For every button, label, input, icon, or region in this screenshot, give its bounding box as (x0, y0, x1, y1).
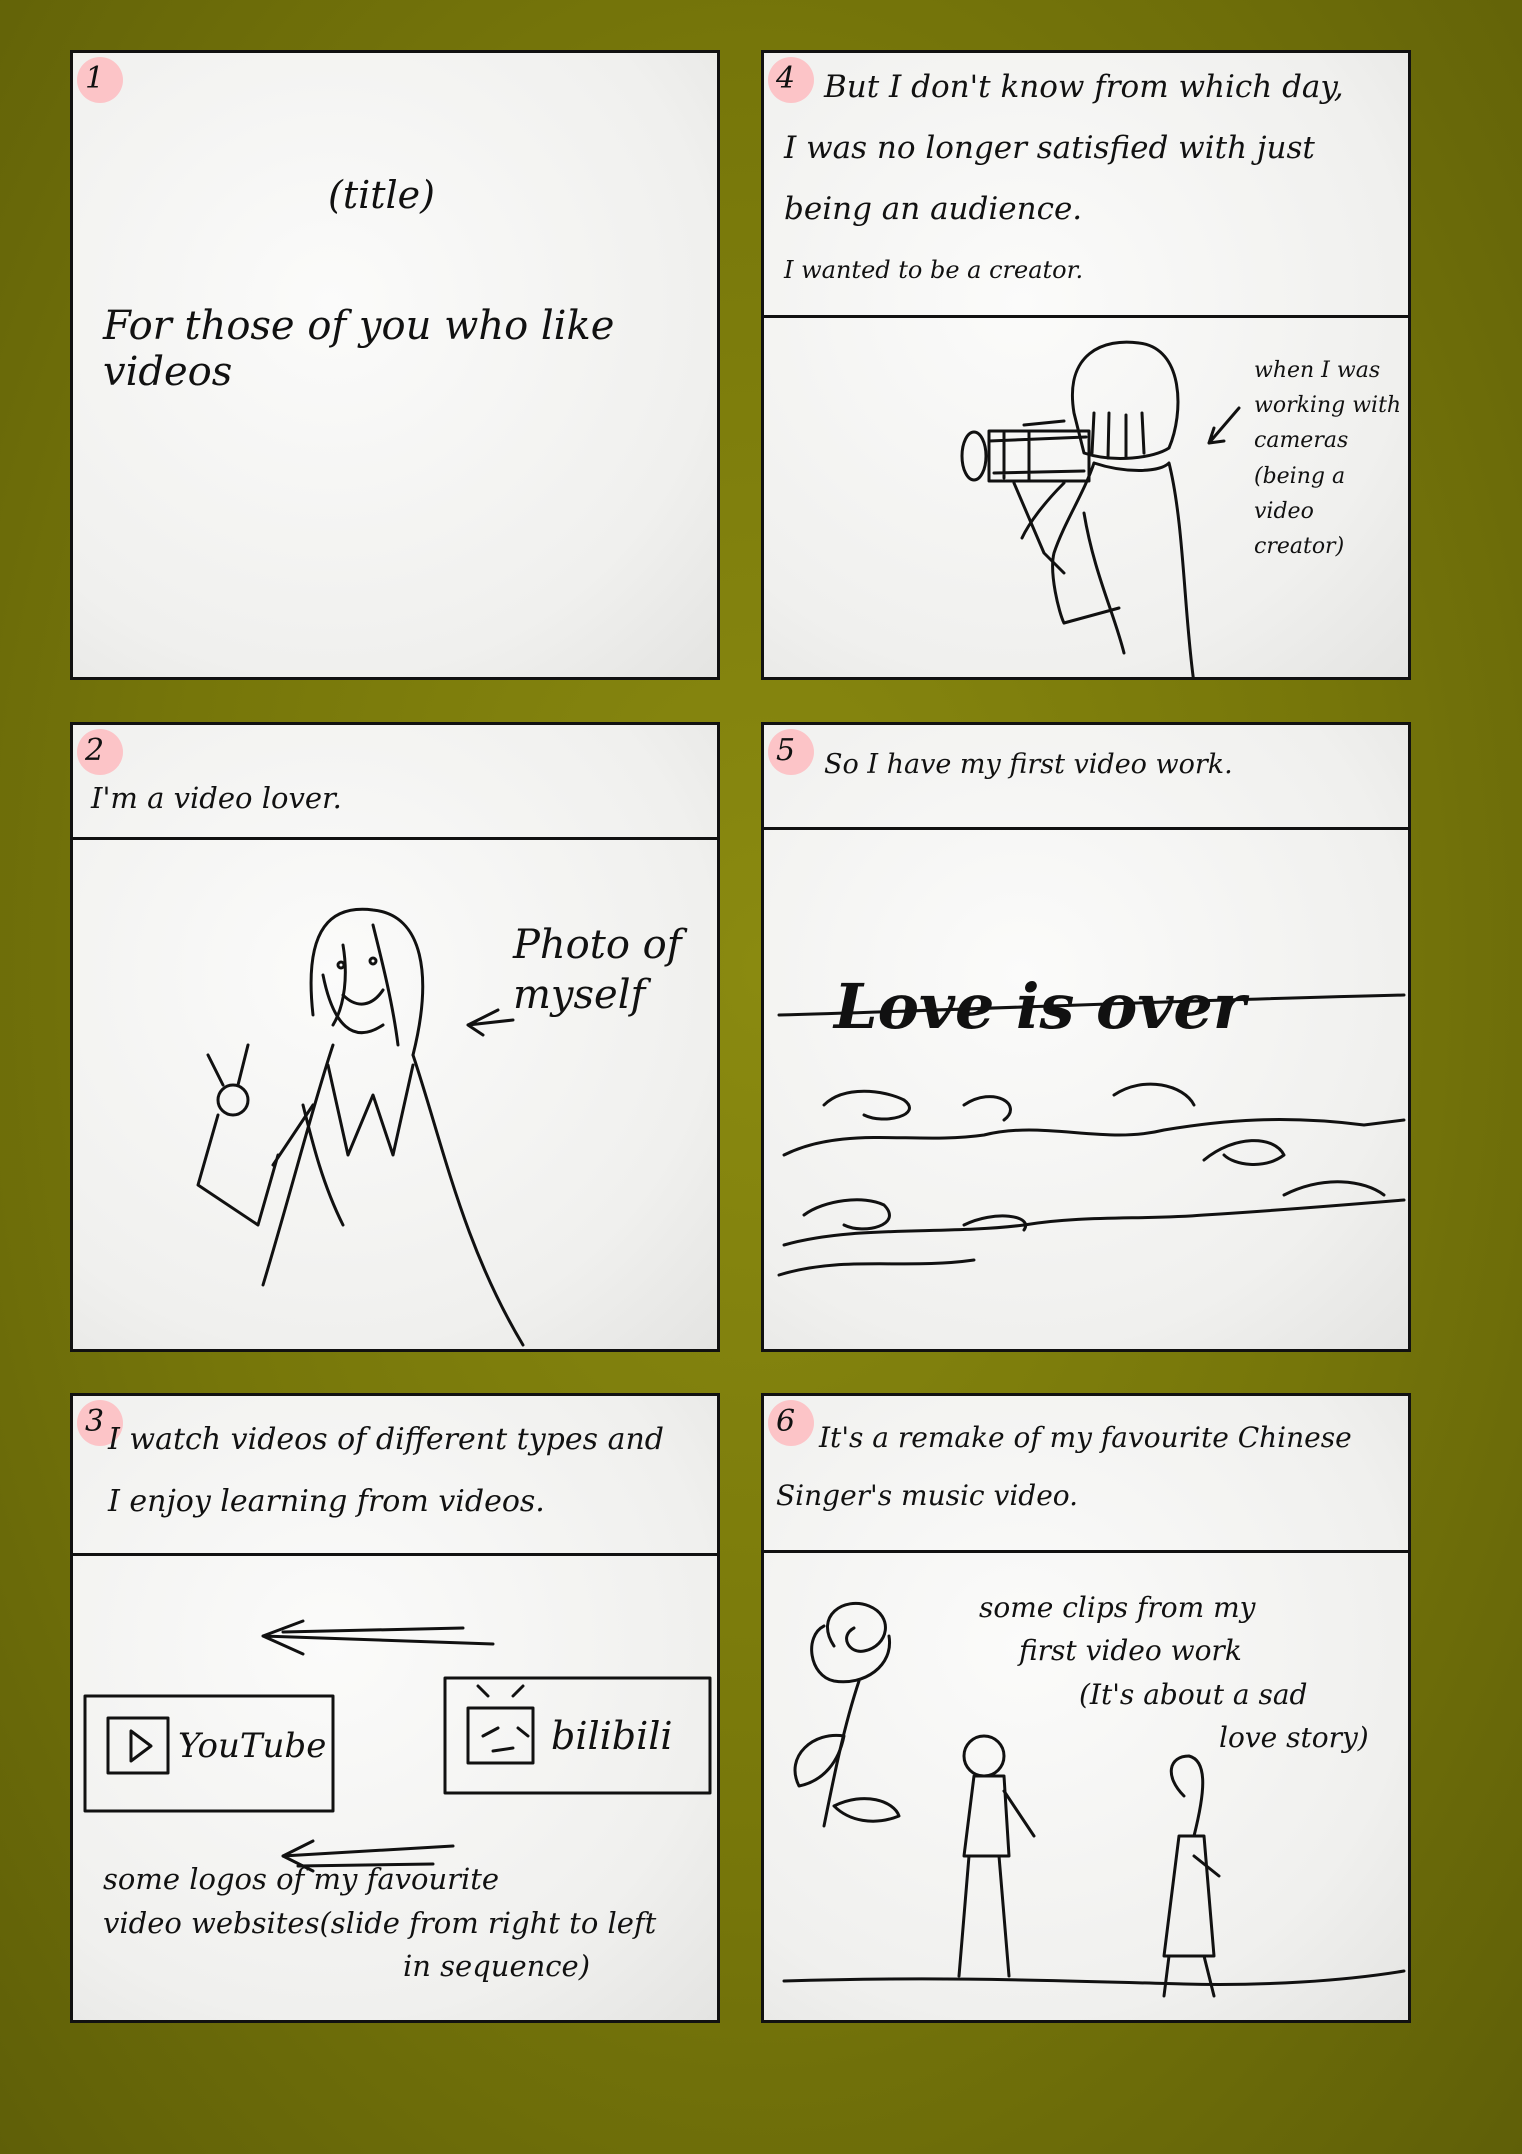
panel-2: 2 I'm a video lover. Photo of myself (70, 722, 720, 1352)
note-line: first video work (1019, 1634, 1242, 1668)
panel-5: 5 So I have my first video work. Love is… (761, 722, 1411, 1352)
panel-number: 1 (85, 61, 105, 96)
panel-3: 3 I watch videos of different types and … (70, 1393, 720, 2023)
note-line: love story) (1219, 1721, 1369, 1755)
note-line: creator) (1254, 533, 1345, 559)
annotation-note: some logos of my favourite video website… (103, 1858, 656, 1989)
youtube-logo-text: YouTube (178, 1726, 327, 1766)
title-placeholder: (title) (328, 173, 435, 217)
art-title-text: Love is over (834, 970, 1246, 1043)
note-line: some logos of my favourite (103, 1862, 500, 1896)
note-line: some clips from my (979, 1591, 1256, 1624)
self-portrait-sketch (196, 907, 525, 1347)
panel-1: 1 (title) For those of you who like vide… (70, 50, 720, 680)
annotation-note: when I was working with cameras (being a… (1254, 353, 1408, 564)
annotation-note: Photo of myself (513, 920, 682, 1020)
panel-4: 4 But I don't know from which day, I was… (761, 50, 1411, 680)
note-line: video websites(slide from right to left (103, 1905, 657, 1940)
note-line: (It's about a sad (1079, 1677, 1308, 1711)
note-line: working with (1254, 393, 1402, 419)
note-line: Photo of (513, 922, 682, 968)
annotation-note: some clips from my first video work (It'… (979, 1586, 1369, 1760)
panel-6: 6 It's a remake of my favourite Chinese … (761, 1393, 1411, 2023)
note-line: in sequence) (403, 1949, 591, 1983)
subtitle-text: For those of you who like videos (103, 303, 615, 395)
bilibili-logo-text: bilibili (551, 1714, 673, 1758)
note-line: (being a video (1254, 463, 1346, 524)
note-line: myself (513, 972, 646, 1018)
note-line: when I was (1254, 358, 1381, 383)
note-line: cameras (1254, 428, 1349, 454)
